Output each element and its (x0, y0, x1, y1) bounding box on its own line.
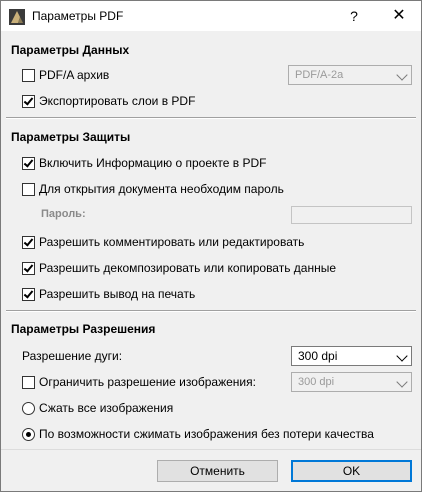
footer-divider (1, 449, 421, 450)
resolution-section-title: Параметры Разрешения (11, 322, 156, 336)
ok-button[interactable]: OK (291, 460, 412, 482)
checkbox-box[interactable] (22, 235, 35, 249)
data-section-title: Параметры Данных (11, 43, 130, 57)
checkbox-label: Экспортировать слои в PDF (39, 94, 196, 108)
select-value: 300 dpi (298, 349, 338, 363)
select-value: PDF/A-2a (295, 69, 344, 81)
password-input[interactable] (291, 206, 412, 224)
compress-lossless-radio[interactable]: По возможности сжимать изображения без п… (22, 426, 374, 442)
image-resolution-select[interactable]: 300 dpi (291, 372, 412, 392)
chevron-down-icon (396, 350, 408, 362)
checkbox-box[interactable] (22, 68, 35, 82)
password-required-checkbox[interactable]: Для открытия документа необходим пароль (22, 181, 284, 197)
checkbox-box[interactable] (22, 261, 35, 275)
pdfa-version-select[interactable]: PDF/A-2a (288, 65, 412, 85)
checkbox-label: Для открытия документа необходим пароль (39, 182, 284, 196)
compress-all-radio[interactable]: Сжать все изображения (22, 400, 173, 416)
password-label: Пароль: (41, 208, 86, 220)
window-title: Параметры PDF (32, 9, 124, 23)
arc-resolution-label: Разрешение дуги: (22, 349, 123, 363)
chevron-down-icon (396, 376, 408, 388)
arc-resolution-select[interactable]: 300 dpi (291, 346, 412, 366)
allow-print-checkbox[interactable]: Разрешить вывод на печать (22, 286, 195, 302)
cancel-button[interactable]: Отменить (157, 460, 278, 482)
help-button[interactable]: ? (343, 5, 365, 27)
app-logo-icon (9, 9, 25, 25)
radio-label: Сжать все изображения (39, 401, 174, 415)
radio-circle[interactable] (22, 401, 35, 415)
security-section-title: Параметры Защиты (11, 130, 131, 144)
checkbox-box[interactable] (22, 375, 35, 389)
close-button[interactable]: ✕ (386, 5, 412, 27)
checkbox-label: Разрешить комментировать или редактирова… (39, 235, 305, 249)
radio-label: По возможности сжимать изображения без п… (39, 427, 374, 441)
checkbox-label: PDF/A архив (39, 68, 110, 82)
pdfa-archive-checkbox[interactable]: PDF/A архив (22, 67, 109, 83)
checkbox-label: Разрешить декомпозировать или копировать… (39, 261, 337, 275)
checkbox-box[interactable] (22, 182, 35, 196)
chevron-down-icon (396, 69, 408, 81)
select-value: 300 dpi (298, 376, 335, 388)
limit-image-resolution-checkbox[interactable]: Ограничить разрешение изображения: (22, 374, 256, 390)
allow-decompose-checkbox[interactable]: Разрешить декомпозировать или копировать… (22, 260, 336, 276)
radio-circle[interactable] (22, 427, 35, 441)
checkbox-box[interactable] (22, 287, 35, 301)
divider (6, 310, 416, 312)
title-bar: Параметры PDF ? ✕ (1, 1, 421, 31)
divider (6, 117, 416, 119)
pdf-options-dialog: Параметры PDF ? ✕ Параметры Данных PDF/A… (0, 0, 422, 492)
checkbox-box[interactable] (22, 94, 35, 108)
checkbox-label: Включить Информацию о проекте в PDF (39, 156, 267, 170)
checkbox-label: Ограничить разрешение изображения: (39, 375, 256, 389)
checkbox-box[interactable] (22, 156, 35, 170)
allow-comment-checkbox[interactable]: Разрешить комментировать или редактирова… (22, 234, 304, 250)
export-layers-checkbox[interactable]: Экспортировать слои в PDF (22, 93, 195, 109)
checkbox-label: Разрешить вывод на печать (39, 287, 196, 301)
project-info-checkbox[interactable]: Включить Информацию о проекте в PDF (22, 155, 266, 171)
